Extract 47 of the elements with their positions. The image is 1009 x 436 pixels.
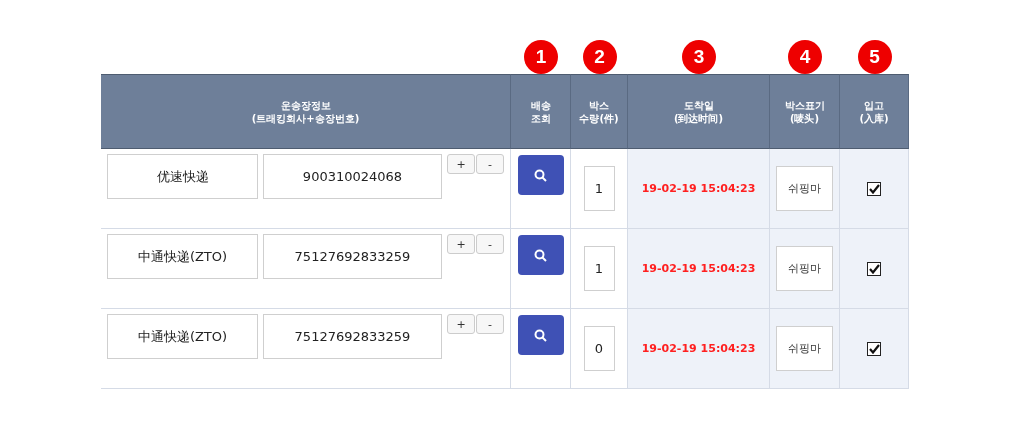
remove-button[interactable]: - xyxy=(476,154,504,174)
box-mark-field[interactable]: 쉬핑마 xyxy=(776,166,833,211)
box-mark-field[interactable]: 쉬핑마 xyxy=(776,246,833,291)
header-text: 도착일 xyxy=(683,98,714,112)
header-text: (到达时间) xyxy=(673,111,724,125)
received-checkbox[interactable] xyxy=(867,341,881,356)
step-number-badge: 5 xyxy=(857,40,892,74)
header-text: 박스 xyxy=(589,98,609,112)
header-text: 배송 xyxy=(530,98,551,112)
carrier-field[interactable]: 中通快递(ZTO) xyxy=(107,314,258,359)
quantity-field[interactable]: 1 xyxy=(583,166,615,211)
search-icon xyxy=(534,168,547,182)
carrier-field[interactable]: 中通快递(ZTO) xyxy=(107,234,258,279)
add-button[interactable]: + xyxy=(447,154,475,174)
step-number-badge: 1 xyxy=(524,40,558,74)
header-text: 수량(件) xyxy=(579,111,619,125)
header-text: (트래킹회사+송장번호) xyxy=(251,111,360,125)
carrier-field[interactable]: 优速快递 xyxy=(107,154,258,199)
header-text: 운송장정보 xyxy=(280,98,331,112)
header-text: (入库) xyxy=(859,111,889,125)
header-text: (唛头) xyxy=(789,111,820,125)
search-icon xyxy=(534,328,547,342)
search-icon xyxy=(534,248,547,262)
step-number-badge: 2 xyxy=(582,40,617,74)
header-text: 조회 xyxy=(530,111,551,125)
step-number-badge: 3 xyxy=(682,40,716,74)
arrival-time: 19-02-19 15:04:23 xyxy=(641,182,756,195)
tracking-number-field[interactable]: 75127692833259 xyxy=(263,234,442,279)
box-mark-field[interactable]: 쉬핑마 xyxy=(776,326,833,371)
search-button[interactable] xyxy=(517,235,564,275)
tracking-number-field[interactable]: 75127692833259 xyxy=(263,314,442,359)
arrival-time: 19-02-19 15:04:23 xyxy=(641,342,756,355)
search-button[interactable] xyxy=(517,155,564,195)
remove-button[interactable]: - xyxy=(476,314,504,334)
step-number-badge: 4 xyxy=(788,40,822,74)
add-button[interactable]: + xyxy=(447,314,475,334)
quantity-field[interactable]: 1 xyxy=(583,246,615,291)
quantity-field[interactable]: 0 xyxy=(583,326,615,371)
remove-button[interactable]: - xyxy=(476,234,504,254)
received-checkbox[interactable] xyxy=(867,181,881,196)
add-button[interactable]: + xyxy=(447,234,475,254)
header-text: 입고 xyxy=(864,98,884,112)
received-checkbox[interactable] xyxy=(867,261,881,276)
header-text: 박스표기 xyxy=(784,98,825,112)
tracking-number-field[interactable]: 900310024068 xyxy=(263,154,442,199)
search-button[interactable] xyxy=(517,315,564,355)
arrival-time: 19-02-19 15:04:23 xyxy=(641,262,756,275)
